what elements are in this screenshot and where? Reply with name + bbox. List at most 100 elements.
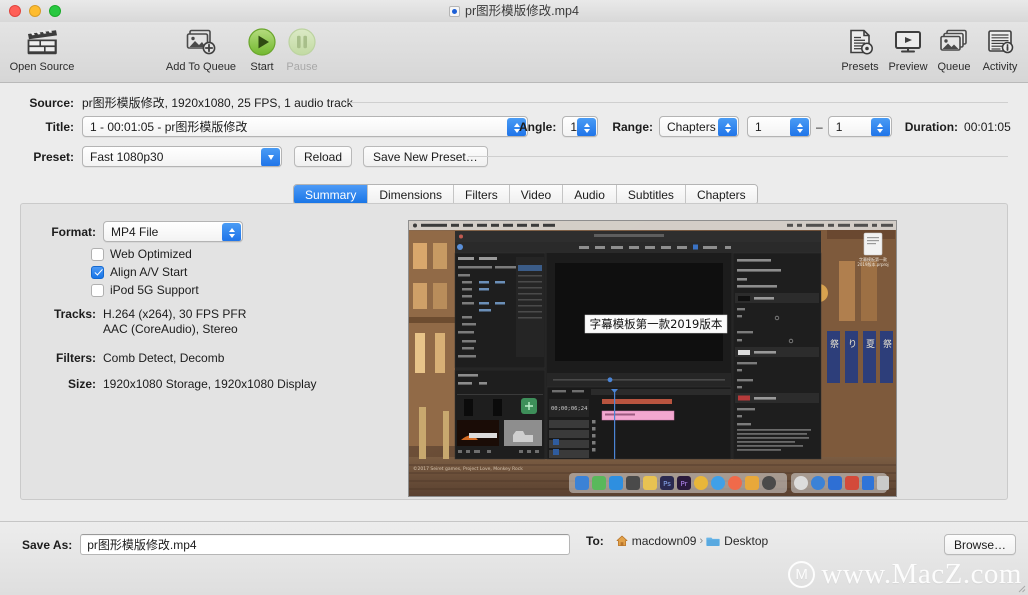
- svg-text:祭: 祭: [883, 338, 892, 350]
- svg-text:©2017 Seiret games, Project Lo: ©2017 Seiret games, Project Love, Monkey…: [413, 465, 523, 472]
- format-select[interactable]: MP4 File: [103, 221, 243, 242]
- ipod-5g-support-checkbox-row[interactable]: iPod 5G Support: [91, 283, 199, 297]
- reload-button[interactable]: Reload: [294, 146, 353, 167]
- path-folder-label: Desktop: [724, 534, 769, 548]
- activity-label: Activity: [982, 61, 1018, 73]
- pause-circle-icon: [287, 25, 317, 59]
- tab-summary-label: Summary: [305, 187, 357, 202]
- tab-dimensions[interactable]: Dimensions: [368, 185, 455, 204]
- chevron-updown-icon: [790, 118, 810, 136]
- filters-row: Filters: Comb Detect, Decomb: [42, 351, 224, 365]
- svg-text:00;00;06;24: 00;00;06;24: [551, 406, 588, 412]
- clapperboard-icon: [25, 25, 59, 59]
- title-select-value: 1 - 00:01:05 - pr图形模版修改: [90, 120, 248, 134]
- path-home-item[interactable]: macdown09: [616, 534, 697, 548]
- tab-audio-label: Audio: [574, 187, 605, 202]
- range-end-stepper[interactable]: 1: [827, 116, 892, 137]
- browse-button[interactable]: Browse…: [944, 534, 1017, 555]
- save-as-value: pr图形模版修改.mp4: [87, 538, 197, 552]
- save-new-preset-label: Save New Preset…: [373, 149, 478, 164]
- source-label: Source:: [29, 95, 74, 110]
- main-toolbar: Open Source Add To Queue Start Pause Pre…: [0, 22, 1028, 83]
- save-as-input[interactable]: pr图形模版修改.mp4: [80, 534, 571, 555]
- duration-label: Duration:: [904, 119, 959, 134]
- chevron-updown-icon: [577, 118, 597, 136]
- tab-filters[interactable]: Filters: [454, 185, 510, 204]
- format-label: Format:: [51, 224, 96, 239]
- window-titlebar: pr图形模版修改.mp4: [0, 0, 1028, 22]
- align-av-start-checkbox[interactable]: [91, 265, 104, 279]
- site-watermark: M www.MacZ.com: [788, 558, 1022, 591]
- title-row: Title: 1 - 00:01:05 - pr图形模版修改: [22, 116, 528, 137]
- ipod-5g-support-checkbox[interactable]: [91, 283, 104, 297]
- activity-log-icon: [985, 25, 1015, 59]
- size-value: 1920x1080 Storage, 1920x1080 Display: [103, 377, 317, 391]
- tracks-audio: AAC (CoreAudio), Stereo: [103, 322, 238, 336]
- activity-button[interactable]: Activity: [964, 25, 1028, 73]
- reload-label: Reload: [304, 149, 343, 164]
- range-start-value: 1: [755, 119, 762, 134]
- close-button[interactable]: [9, 5, 21, 17]
- web-optimized-checkbox[interactable]: [91, 247, 104, 261]
- browse-label: Browse…: [954, 537, 1007, 552]
- save-as-row: Save As: pr图形模版修改.mp4: [22, 534, 571, 555]
- angle-label: Angle:: [519, 119, 557, 134]
- range-start-stepper[interactable]: 1: [747, 116, 812, 137]
- format-row: Format: MP4 File: [42, 221, 243, 242]
- range-type-select[interactable]: Chapters: [659, 116, 740, 137]
- filters-label: Filters:: [55, 351, 96, 365]
- svg-text:Pr: Pr: [681, 480, 688, 488]
- tab-audio[interactable]: Audio: [563, 185, 617, 204]
- preset-label: Preset:: [33, 149, 74, 164]
- tab-subtitles-label: Subtitles: [627, 187, 674, 202]
- angle-range-duration-row: Angle: 1 Range: Chapters 1 – 1 Duration:…: [519, 116, 1011, 137]
- source-value: pr图形模版修改, 1920x1080, 25 FPS, 1 audio tra…: [82, 96, 353, 110]
- to-label: To:: [586, 534, 604, 548]
- minimize-button[interactable]: [29, 5, 41, 17]
- destination-bar: Save As: pr图形模版修改.mp4 To: macdown09 › De…: [0, 521, 1028, 595]
- preset-row: Preset: Fast 1080p30 Reload Save New Pre…: [22, 146, 488, 167]
- preset-separator: [468, 156, 1008, 157]
- resize-grip[interactable]: [1014, 581, 1026, 593]
- path-folder-item[interactable]: Desktop: [706, 534, 768, 548]
- angle-stepper[interactable]: 1: [562, 116, 599, 137]
- macz-logo-icon: M: [788, 561, 816, 588]
- format-value: MP4 File: [111, 224, 159, 239]
- filters-value: Comb Detect, Decomb: [103, 351, 225, 365]
- open-source-button[interactable]: Open Source: [6, 25, 78, 73]
- main-content: Source: pr图形模版修改, 1920x1080, 25 FPS, 1 a…: [0, 83, 1028, 521]
- size-row: Size: 1920x1080 Storage, 1920x1080 Displ…: [42, 377, 317, 391]
- tracks-video: H.264 (x264), 30 FPS PFR: [103, 307, 247, 321]
- path-home-label: macdown09: [631, 534, 697, 548]
- align-av-start-label: Align A/V Start: [110, 265, 188, 279]
- tab-video[interactable]: Video: [509, 185, 564, 204]
- traffic-lights: [9, 5, 61, 17]
- web-optimized-checkbox-row[interactable]: Web Optimized: [91, 247, 192, 261]
- ipod-5g-support-label: iPod 5G Support: [110, 283, 199, 297]
- settings-tabs: Summary Dimensions Filters Video Audio S…: [293, 184, 758, 205]
- chevron-updown-icon: [870, 118, 890, 136]
- title-label: Title:: [45, 119, 74, 134]
- source-separator: [348, 102, 1008, 103]
- title-select[interactable]: 1 - 00:01:05 - pr图形模版修改: [82, 116, 528, 137]
- svg-text:夏: 夏: [866, 339, 875, 350]
- tab-chapters[interactable]: Chapters: [685, 185, 757, 204]
- preset-select[interactable]: Fast 1080p30: [82, 146, 282, 167]
- align-av-start-checkbox-row[interactable]: Align A/V Start: [91, 265, 187, 279]
- range-dash: –: [816, 119, 823, 134]
- tab-subtitles[interactable]: Subtitles: [616, 185, 686, 204]
- path-separator-icon: ›: [699, 535, 704, 547]
- tab-filters-label: Filters: [465, 187, 498, 202]
- preview-caption-text: 字幕模板第一款2019版本: [590, 317, 723, 331]
- tab-summary[interactable]: Summary: [294, 185, 369, 204]
- svg-text:2019版本.prproj: 2019版本.prproj: [857, 261, 888, 267]
- destination-path-row: To: macdown09 › Desktop: [586, 534, 768, 548]
- tab-video-label: Video: [520, 187, 552, 202]
- pause-label: Pause: [286, 61, 318, 73]
- pause-button[interactable]: Pause: [266, 25, 338, 73]
- preview-thumbnail[interactable]: 祭り 夏祭 字幕模板第一款2019版本 00;00;06;24 字幕模板第一款 …: [408, 220, 897, 497]
- window-title: pr图形模版修改.mp4: [0, 0, 1028, 22]
- zoom-button[interactable]: [49, 5, 61, 17]
- presets-icon: [845, 25, 875, 59]
- range-end-value: 1: [835, 119, 843, 134]
